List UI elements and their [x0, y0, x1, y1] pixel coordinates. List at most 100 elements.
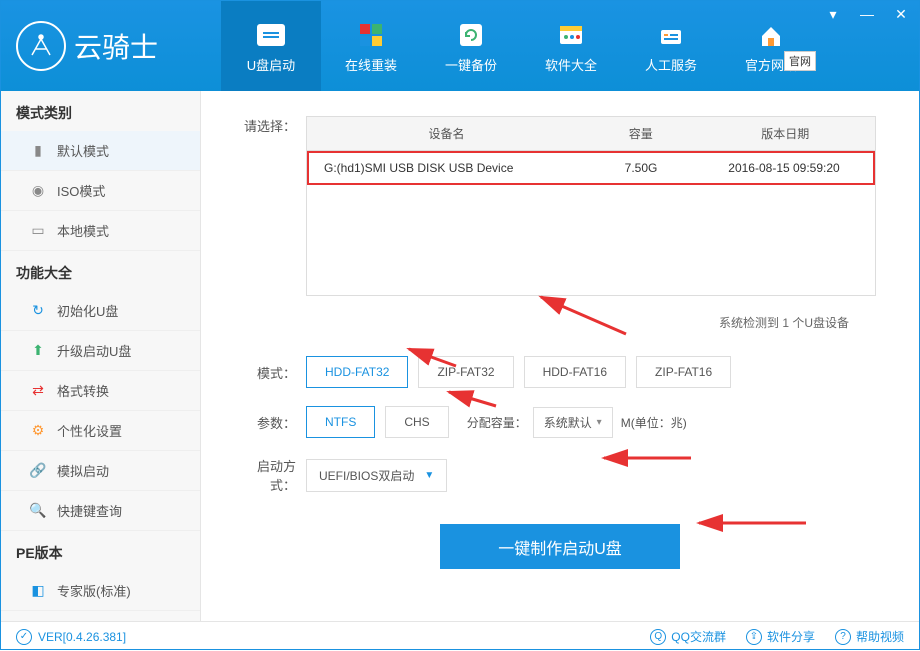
td-device: G:(hd1)SMI USB DISK USB Device	[309, 153, 587, 183]
td-capacity: 7.50G	[587, 153, 695, 183]
sidebar-item-expert[interactable]: ◧ 专家版(标准)	[1, 571, 200, 611]
sidebar-item-local-mode[interactable]: ▭本地模式	[1, 211, 200, 251]
main-panel: 请选择： 设备名 容量 版本日期 G:(hd1)SMI USB DISK USB…	[201, 91, 919, 621]
link-icon: 🔗	[29, 462, 47, 480]
chevron-down-icon: ▼	[424, 470, 434, 481]
support-icon	[655, 19, 687, 51]
sidebar-item-label: ISO模式	[57, 181, 105, 200]
sidebar-item-iso-mode[interactable]: ◉ISO模式	[1, 171, 200, 211]
reset-icon: ↻	[29, 302, 47, 320]
sidebar-item-personalize[interactable]: ⚙ 个性化设置	[1, 411, 200, 451]
boot-label: 启动方式：	[236, 456, 306, 494]
logo-icon	[16, 21, 66, 71]
usb-drive-icon: ▮	[29, 142, 47, 160]
nav-tab-support[interactable]: 人工服务	[621, 1, 721, 91]
footer-link-label: 软件分享	[767, 628, 815, 645]
section-title-mode: 模式类别	[1, 91, 200, 131]
create-usb-button[interactable]: 一键制作启动U盘	[440, 524, 680, 569]
th-capacity: 容量	[586, 117, 696, 150]
alloc-unit: M(单位：兆)	[621, 414, 687, 431]
sidebar-item-upgrade-usb[interactable]: ⬆ 升级启动U盘	[1, 331, 200, 371]
sidebar-item-label: 升级启动U盘	[57, 341, 131, 360]
param-label: 参数：	[236, 413, 306, 432]
search-icon: 🔍	[29, 502, 47, 520]
body-area: 模式类别 ▮ 默认模式 ◉ISO模式 ▭本地模式 功能大全 ↻ 初始化U盘 ⬆ 升级启…	[1, 91, 919, 621]
nav-tabs: U盘启动 在线重装 一键备份 软件大全 人工服务 官方网站 官网	[221, 1, 821, 91]
footer-version: ✓ VER[0.4.26.381]	[16, 629, 126, 645]
table-row[interactable]: G:(hd1)SMI USB DISK USB Device 7.50G 201…	[307, 151, 875, 185]
sidebar-item-label: 专家版(标准)	[57, 581, 131, 600]
footer-link-qq[interactable]: Q QQ交流群	[650, 628, 726, 645]
mode-option-hdd-fat16[interactable]: HDD-FAT16	[524, 356, 626, 388]
th-device: 设备名	[307, 117, 586, 150]
footer-link-label: QQ交流群	[671, 628, 726, 645]
section-title-pe: PE版本	[1, 531, 200, 571]
sidebar-item-label: 初始化U盘	[57, 301, 118, 320]
check-icon: ✓	[16, 629, 32, 645]
nav-label: 人工服务	[645, 55, 697, 74]
param-option-ntfs[interactable]: NTFS	[306, 406, 375, 438]
alloc-value: 系统默认	[544, 414, 592, 431]
mode-label: 模式：	[236, 363, 306, 382]
nav-tab-backup[interactable]: 一键备份	[421, 1, 521, 91]
sidebar-item-label: 本地模式	[57, 221, 109, 240]
footer-link-share[interactable]: ⇪ 软件分享	[746, 628, 815, 645]
nav-tab-website[interactable]: 官方网站 官网	[721, 1, 821, 91]
sidebar-item-label: 默认模式	[57, 141, 109, 160]
home-icon	[755, 19, 787, 51]
nav-label: 在线重装	[345, 55, 397, 74]
sidebar-item-simulate[interactable]: 🔗 模拟启动	[1, 451, 200, 491]
logo-text: 云骑士	[74, 26, 158, 66]
boot-value: UEFI/BIOS双启动	[319, 467, 414, 484]
version-text: VER[0.4.26.381]	[38, 630, 126, 644]
badge-official: 官网	[784, 51, 816, 71]
table-header: 设备名 容量 版本日期	[307, 117, 875, 151]
nav-tab-usb-boot[interactable]: U盘启动	[221, 1, 321, 91]
th-date: 版本日期	[696, 117, 875, 150]
app-header: 云骑士 U盘启动 在线重装 一键备份 软件大全 人工服务 官方网站 官网 ▾	[1, 1, 919, 91]
nav-label: 一键备份	[445, 55, 497, 74]
footer: ✓ VER[0.4.26.381] Q QQ交流群 ⇪ 软件分享 ?帮助视频	[1, 621, 919, 651]
usb-icon	[255, 19, 287, 51]
upgrade-icon: ⬆	[29, 342, 47, 360]
logo-area: 云骑士	[1, 21, 201, 71]
close-button[interactable]: ✕	[893, 6, 909, 23]
device-table: 设备名 容量 版本日期 G:(hd1)SMI USB DISK USB Devi…	[306, 116, 876, 296]
annotation-arrow	[691, 511, 811, 536]
detect-text: 系统检测到 1 个U盘设备	[236, 314, 849, 331]
footer-link-label: 帮助视频	[856, 628, 904, 645]
footer-links: Q QQ交流群 ⇪ 软件分享 ?帮助视频	[650, 628, 904, 645]
param-option-chs[interactable]: CHS	[385, 406, 448, 438]
dropdown-icon[interactable]: ▾	[825, 6, 841, 23]
mode-option-zip-fat32[interactable]: ZIP-FAT32	[418, 356, 513, 388]
boot-select[interactable]: UEFI/BIOS双启动 ▼	[306, 459, 447, 492]
minimize-button[interactable]: —	[859, 6, 875, 23]
bookmark-icon: ◧	[29, 582, 47, 600]
sidebar-item-label: 个性化设置	[57, 421, 122, 440]
window-controls: ▾ — ✕	[825, 6, 909, 23]
share-icon: ⇪	[746, 629, 762, 645]
sidebar-item-hotkey[interactable]: 🔍快捷键查询	[1, 491, 200, 531]
select-label: 请选择：	[236, 116, 306, 135]
footer-link-help[interactable]: ?帮助视频	[835, 628, 904, 645]
table-empty	[307, 185, 875, 295]
nav-tab-software[interactable]: 软件大全	[521, 1, 621, 91]
apps-icon	[555, 19, 587, 51]
nav-label: U盘启动	[247, 55, 295, 74]
sidebar-item-label: 模拟启动	[57, 461, 109, 480]
settings-icon: ⚙	[29, 422, 47, 440]
alloc-select[interactable]: 系统默认 ▾	[533, 407, 613, 438]
chevron-down-icon: ▾	[597, 417, 602, 428]
sidebar-item-init-usb[interactable]: ↻ 初始化U盘	[1, 291, 200, 331]
mode-option-hdd-fat32[interactable]: HDD-FAT32	[306, 356, 408, 388]
qq-icon: Q	[650, 629, 666, 645]
alloc-label: 分配容量：	[467, 414, 527, 431]
section-title-tools: 功能大全	[1, 251, 200, 291]
nav-tab-reinstall[interactable]: 在线重装	[321, 1, 421, 91]
windows-icon	[355, 19, 387, 51]
sidebar-item-convert[interactable]: ⇄格式转换	[1, 371, 200, 411]
sidebar: 模式类别 ▮ 默认模式 ◉ISO模式 ▭本地模式 功能大全 ↻ 初始化U盘 ⬆ 升级启…	[1, 91, 201, 621]
sidebar-item-default-mode[interactable]: ▮ 默认模式	[1, 131, 200, 171]
refresh-icon	[455, 19, 487, 51]
mode-option-zip-fat16[interactable]: ZIP-FAT16	[636, 356, 731, 388]
